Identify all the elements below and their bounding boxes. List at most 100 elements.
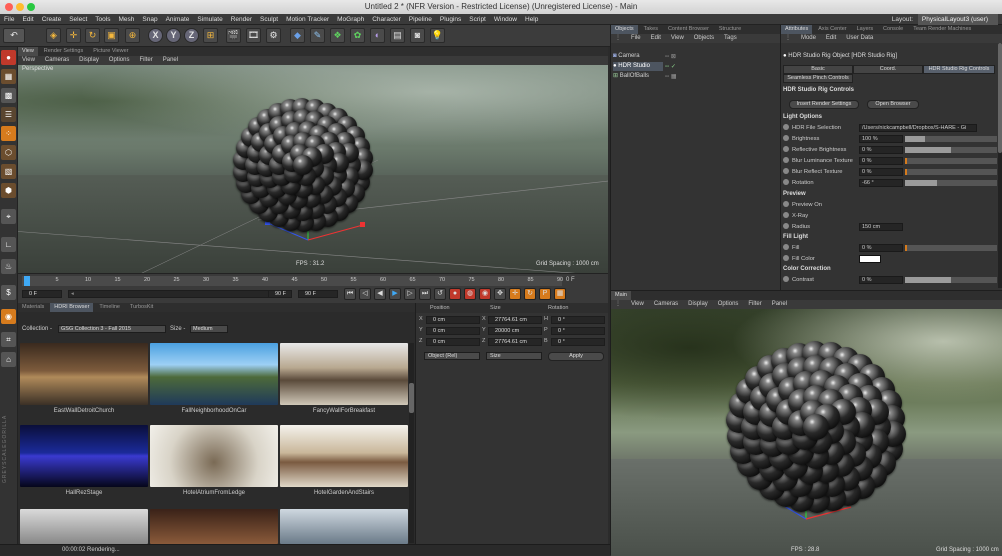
texture-mode-icon[interactable]: ▩ xyxy=(1,88,16,103)
tab-console[interactable]: Console xyxy=(879,25,907,34)
hdri-thumb-hotel-garden-and-stairs[interactable] xyxy=(280,425,408,487)
coordinate-mode-dropdown[interactable]: Object (Rel) xyxy=(424,352,480,360)
render-view-icon[interactable]: 🎬 xyxy=(226,28,241,43)
hdri-thumb-hotel-atrium-from-ledge[interactable] xyxy=(150,425,278,487)
hdri-thumb-partial[interactable] xyxy=(150,509,278,544)
tab-structure[interactable]: Structure xyxy=(715,25,745,34)
z-axis-icon[interactable]: Z xyxy=(184,28,199,43)
tab-axis-center[interactable]: Axis Center xyxy=(814,25,850,34)
subtab-hdr-controls[interactable]: HDR Studio Rig Controls xyxy=(923,65,995,74)
animation-key-icon[interactable] xyxy=(783,276,789,283)
attr-slider[interactable] xyxy=(905,169,997,175)
tab-timeline[interactable]: Timeline xyxy=(95,303,124,312)
subdivision-icon[interactable]: ❖ xyxy=(330,28,345,43)
menu-mograph[interactable]: MoGraph xyxy=(333,14,368,25)
grid-key-icon[interactable]: ▦ xyxy=(554,288,566,300)
object-row-hdr-studio[interactable]: ● HDR Studio xyxy=(613,62,663,71)
attr-slider[interactable] xyxy=(905,147,997,153)
attr-slider[interactable] xyxy=(905,180,997,186)
menu-file[interactable]: File xyxy=(0,14,18,25)
fill-color-swatch[interactable] xyxy=(859,255,881,263)
menu-plugins[interactable]: Plugins xyxy=(436,14,465,25)
attr-value-field[interactable]: 100 % xyxy=(859,135,903,143)
select-icon[interactable]: ◈ xyxy=(46,28,61,43)
menu-script[interactable]: Script xyxy=(465,14,490,25)
points-mode-icon[interactable]: ⁘ xyxy=(1,126,16,141)
menu-render[interactable]: Render xyxy=(227,14,256,25)
render-viewport[interactable]: Main ⋮ View Cameras Display Options Filt… xyxy=(610,290,1002,556)
menu-character[interactable]: Character xyxy=(368,14,405,25)
menu-edit[interactable]: Edit xyxy=(18,14,37,25)
attr-value-field[interactable]: 0 % xyxy=(859,244,903,252)
om-menu-tags[interactable]: Tags xyxy=(720,34,741,43)
attr-slider[interactable] xyxy=(905,158,997,164)
edges-mode-icon[interactable]: ⬡ xyxy=(1,145,16,160)
coordinate-system-icon[interactable]: ⊕ xyxy=(125,28,140,43)
menu-tools[interactable]: Tools xyxy=(91,14,114,25)
vp-menu-panel[interactable]: Panel xyxy=(159,56,182,65)
next-key-icon[interactable]: ▷ xyxy=(404,288,416,300)
play-icon[interactable]: ▶ xyxy=(389,288,401,300)
size-z-field[interactable]: 27764.61 cm xyxy=(488,338,542,346)
animation-key-icon[interactable] xyxy=(783,124,789,131)
deformer-icon[interactable]: ◐ xyxy=(370,28,385,43)
go-end-icon[interactable]: ⏭ xyxy=(419,288,431,300)
animation-key-icon[interactable] xyxy=(783,146,789,153)
hdri-thumb-east-wall-detroit-church[interactable] xyxy=(20,343,148,405)
menu-pipeline[interactable]: Pipeline xyxy=(405,14,436,25)
camera-icon[interactable]: ◙ xyxy=(410,28,425,43)
om-menu-view[interactable]: View xyxy=(667,34,688,43)
menu-simulate[interactable]: Simulate xyxy=(193,14,226,25)
pos-key-icon[interactable]: ✛ xyxy=(509,288,521,300)
x-axis-icon[interactable]: X xyxy=(148,28,163,43)
menu-snap[interactable]: Snap xyxy=(138,14,161,25)
play-back-icon[interactable]: ◀ xyxy=(374,288,386,300)
hdri-thumb-partial[interactable] xyxy=(280,509,408,544)
subtab-coord[interactable]: Coord. xyxy=(853,65,923,74)
tab-content-browser[interactable]: Content Browser xyxy=(664,25,713,34)
animation-key-icon[interactable] xyxy=(783,179,789,186)
record-icon[interactable]: ● xyxy=(449,288,461,300)
motion-icon[interactable]: ✥ xyxy=(494,288,506,300)
attr-value-field[interactable]: 0 % xyxy=(859,146,903,154)
make-editable-icon[interactable]: ● xyxy=(1,50,16,65)
vp2-menu-options[interactable]: Options xyxy=(714,300,743,309)
attr-row-rotation[interactable]: Rotation -66 ° xyxy=(783,178,997,188)
polygons-mode-icon[interactable]: ▧ xyxy=(1,164,16,179)
auto-key-icon[interactable]: ◍ xyxy=(464,288,476,300)
vp-menu-options[interactable]: Options xyxy=(105,56,134,65)
animation-key-icon[interactable] xyxy=(783,212,789,219)
cloner-icon[interactable]: ✿ xyxy=(350,28,365,43)
attr-row-fill[interactable]: Fill 0 % xyxy=(783,243,997,253)
menu-sculpt[interactable]: Sculpt xyxy=(256,14,282,25)
animation-key-icon[interactable] xyxy=(783,244,789,251)
vp2-menu-display[interactable]: Display xyxy=(684,300,712,309)
tab-takes[interactable]: Takes xyxy=(640,25,662,34)
tab-turboskit[interactable]: TurbosKit xyxy=(126,303,157,312)
workplane-icon[interactable]: ☰ xyxy=(1,107,16,122)
go-start-icon[interactable]: ⏮ xyxy=(344,288,356,300)
cube-icon[interactable]: ◆ xyxy=(290,28,305,43)
tab-picture-viewer[interactable]: Picture Viewer xyxy=(89,47,132,56)
param-key-icon[interactable]: P xyxy=(539,288,551,300)
tab-view[interactable]: View xyxy=(18,47,38,56)
rotation-h-field[interactable]: 0 ° xyxy=(551,316,605,324)
vp2-menu-filter[interactable]: Filter xyxy=(744,300,765,309)
tab-objects[interactable]: Objects xyxy=(611,25,638,34)
vp2-menu-panel[interactable]: Panel xyxy=(768,300,791,309)
position-x-field[interactable]: 0 cm xyxy=(426,316,480,324)
attribute-scrollbar[interactable] xyxy=(998,43,1002,288)
zoom-window-button[interactable] xyxy=(27,3,35,11)
visibility-toggles[interactable]: ▫▫ ✓ xyxy=(665,63,676,70)
scene-icon[interactable]: ▤ xyxy=(390,28,405,43)
size-mode-dropdown[interactable]: Size xyxy=(486,352,542,360)
scale-icon[interactable]: ▣ xyxy=(104,28,119,43)
grid-icon[interactable]: ⌗ xyxy=(1,332,16,347)
attr-row-fill-color[interactable]: Fill Color xyxy=(783,254,997,264)
attr-slider[interactable] xyxy=(905,245,997,251)
vp2-menu-cameras[interactable]: Cameras xyxy=(650,300,682,309)
animation-key-icon[interactable] xyxy=(783,168,789,175)
frame-range-slider[interactable]: ◂ xyxy=(68,290,288,298)
position-y-field[interactable]: 0 cm xyxy=(426,327,480,335)
tab-render-settings[interactable]: Render Settings xyxy=(40,47,87,56)
